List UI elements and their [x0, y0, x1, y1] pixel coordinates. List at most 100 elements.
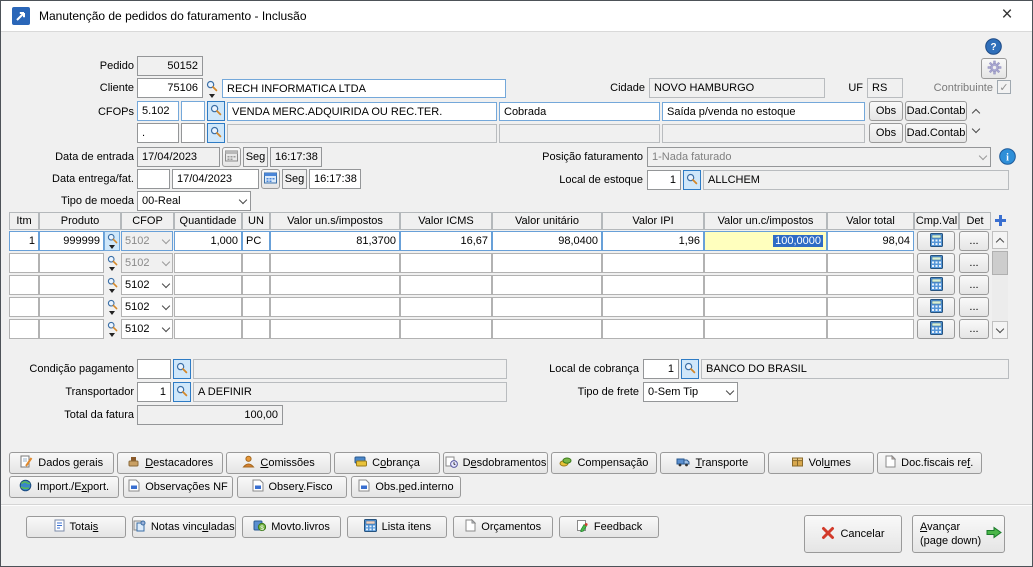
cell-produto[interactable]	[39, 319, 104, 339]
cell-valor-s-impostos[interactable]	[270, 253, 400, 273]
cell-valor-total[interactable]	[827, 297, 914, 317]
cell-valor-unitario[interactable]	[492, 297, 602, 317]
cell-valor-icms[interactable]: 16,67	[400, 231, 492, 251]
produto-dropdown-arrow-icon[interactable]	[109, 311, 115, 315]
condicao-pagamento-search-button[interactable]	[173, 359, 191, 379]
cell-valor-ipi[interactable]	[602, 253, 704, 273]
cfop-row2-code-field[interactable]: .	[137, 123, 179, 143]
cell-un[interactable]	[242, 319, 270, 339]
cmpval-button[interactable]	[917, 297, 955, 317]
doc-fiscais-ref-button[interactable]: Doc.fiscais ref.	[877, 452, 982, 474]
compensacao-button[interactable]: Compensação	[551, 452, 656, 474]
cell-cfop-select[interactable]: 5102	[121, 275, 173, 295]
cell-un[interactable]: PC	[242, 231, 270, 251]
cell-produto[interactable]	[39, 253, 104, 273]
cell-valor-icms[interactable]	[400, 297, 492, 317]
local-cobranca-code-field[interactable]: 1	[643, 359, 679, 379]
cell-valor-c-impostos[interactable]: 100,0000	[704, 231, 827, 251]
notas-vinculadas-button[interactable]: Notas vinculadas	[132, 516, 236, 538]
produto-search-icon[interactable]	[104, 297, 120, 317]
cell-valor-total[interactable]	[827, 253, 914, 273]
cfop-row1-code2-field[interactable]	[181, 101, 205, 121]
cell-cfop-select[interactable]: 5102	[121, 297, 173, 317]
tipo-moeda-select[interactable]: 00-Real	[137, 191, 251, 211]
dados-gerais-button[interactable]: Dados gerais	[9, 452, 114, 474]
produto-search-icon[interactable]	[104, 275, 120, 295]
comissoes-button[interactable]: Comissões	[226, 452, 331, 474]
cell-itm[interactable]	[9, 297, 39, 317]
cell-quantidade[interactable]	[174, 319, 242, 339]
cobranca-button[interactable]: Cobrança	[334, 452, 439, 474]
cell-valor-unitario[interactable]: 98,0400	[492, 231, 602, 251]
orcamentos-button[interactable]: Orçamentos	[453, 516, 553, 538]
cfop-row1-search-button[interactable]	[207, 101, 225, 121]
cfop-row2-dadcontab-button[interactable]: Dad.Contab	[905, 123, 967, 143]
cmpval-button[interactable]	[917, 231, 955, 251]
cell-itm[interactable]: 1	[9, 231, 39, 251]
cell-valor-unitario[interactable]	[492, 319, 602, 339]
cell-valor-ipi[interactable]	[602, 275, 704, 295]
cell-produto[interactable]: 999999	[39, 231, 104, 251]
produto-dropdown-arrow-icon[interactable]	[109, 267, 115, 271]
data-entrega-calendar-button[interactable]	[261, 169, 280, 189]
table-scroll-down-button[interactable]	[992, 321, 1008, 339]
cell-itm[interactable]	[9, 275, 39, 295]
cell-valor-ipi[interactable]	[602, 297, 704, 317]
cell-cfop-select[interactable]: 5102	[121, 319, 173, 339]
det-button[interactable]: ...	[959, 231, 989, 251]
cmpval-button[interactable]	[917, 319, 955, 339]
totais-button[interactable]: Totais	[26, 516, 126, 538]
obs-ped-interno-button[interactable]: Obs.ped.interno	[351, 476, 461, 498]
lista-itens-button[interactable]: Lista itens	[347, 516, 447, 538]
close-button[interactable]: ×	[994, 4, 1020, 26]
feedback-button[interactable]: Feedback	[559, 516, 659, 538]
cell-valor-c-impostos[interactable]	[704, 275, 827, 295]
cell-valor-c-impostos[interactable]	[704, 297, 827, 317]
cfop-row2-code2-field[interactable]	[181, 123, 205, 143]
det-button[interactable]: ...	[959, 275, 989, 295]
cell-valor-unitario[interactable]	[492, 275, 602, 295]
movto-livros-button[interactable]: $ Movto.livros	[242, 516, 342, 538]
cliente-dropdown-arrow-icon[interactable]	[209, 94, 215, 98]
cell-valor-c-impostos[interactable]	[704, 319, 827, 339]
cliente-search-icon[interactable]	[206, 80, 218, 92]
cell-quantidade[interactable]: 1,000	[174, 231, 242, 251]
cell-quantidade[interactable]	[174, 253, 242, 273]
produto-dropdown-arrow-icon[interactable]	[109, 245, 115, 249]
local-estoque-search-button[interactable]	[683, 170, 701, 190]
cell-valor-total[interactable]	[827, 275, 914, 295]
cfop-row1-obs-button[interactable]: Obs	[869, 101, 903, 121]
cfop-row2-search-button[interactable]	[207, 123, 225, 143]
cfop-row1-dadcontab-button[interactable]: Dad.Contab	[905, 101, 967, 121]
help-icon[interactable]: ?	[985, 38, 1002, 55]
cell-valor-ipi[interactable]: 1,96	[602, 231, 704, 251]
cfop-scroll-down-icon[interactable]	[972, 125, 980, 133]
cmpval-button[interactable]	[917, 275, 955, 295]
cell-produto[interactable]	[39, 275, 104, 295]
add-row-icon[interactable]	[994, 214, 1007, 227]
cfop-scroll-up-icon[interactable]	[972, 109, 980, 117]
transporte-button[interactable]: Transporte	[660, 452, 765, 474]
local-cobranca-search-button[interactable]	[681, 359, 699, 379]
cfop-row1-code-field[interactable]: 5.102	[137, 101, 179, 121]
cell-valor-s-impostos[interactable]	[270, 275, 400, 295]
cell-valor-icms[interactable]	[400, 253, 492, 273]
cell-valor-icms[interactable]	[400, 319, 492, 339]
cell-produto[interactable]	[39, 297, 104, 317]
info-icon[interactable]: i	[999, 148, 1016, 165]
det-button[interactable]: ...	[959, 253, 989, 273]
import-export-button[interactable]: Import./Export.	[9, 476, 119, 498]
avancar-button[interactable]: Avançar (page down)	[912, 515, 1005, 553]
cell-valor-s-impostos[interactable]	[270, 297, 400, 317]
data-entrega-field[interactable]: 17/04/2023	[172, 169, 259, 189]
cell-valor-icms[interactable]	[400, 275, 492, 295]
cell-valor-unitario[interactable]	[492, 253, 602, 273]
cfop-row2-obs-button[interactable]: Obs	[869, 123, 903, 143]
data-entrega-code-field[interactable]	[137, 169, 170, 189]
observ-fisco-button[interactable]: Observ.Fisco	[237, 476, 347, 498]
transportador-code-field[interactable]: 1	[137, 382, 171, 402]
cell-quantidade[interactable]	[174, 275, 242, 295]
local-estoque-code-field[interactable]: 1	[647, 170, 681, 190]
cell-valor-ipi[interactable]	[602, 319, 704, 339]
settings-button[interactable]	[981, 58, 1007, 79]
